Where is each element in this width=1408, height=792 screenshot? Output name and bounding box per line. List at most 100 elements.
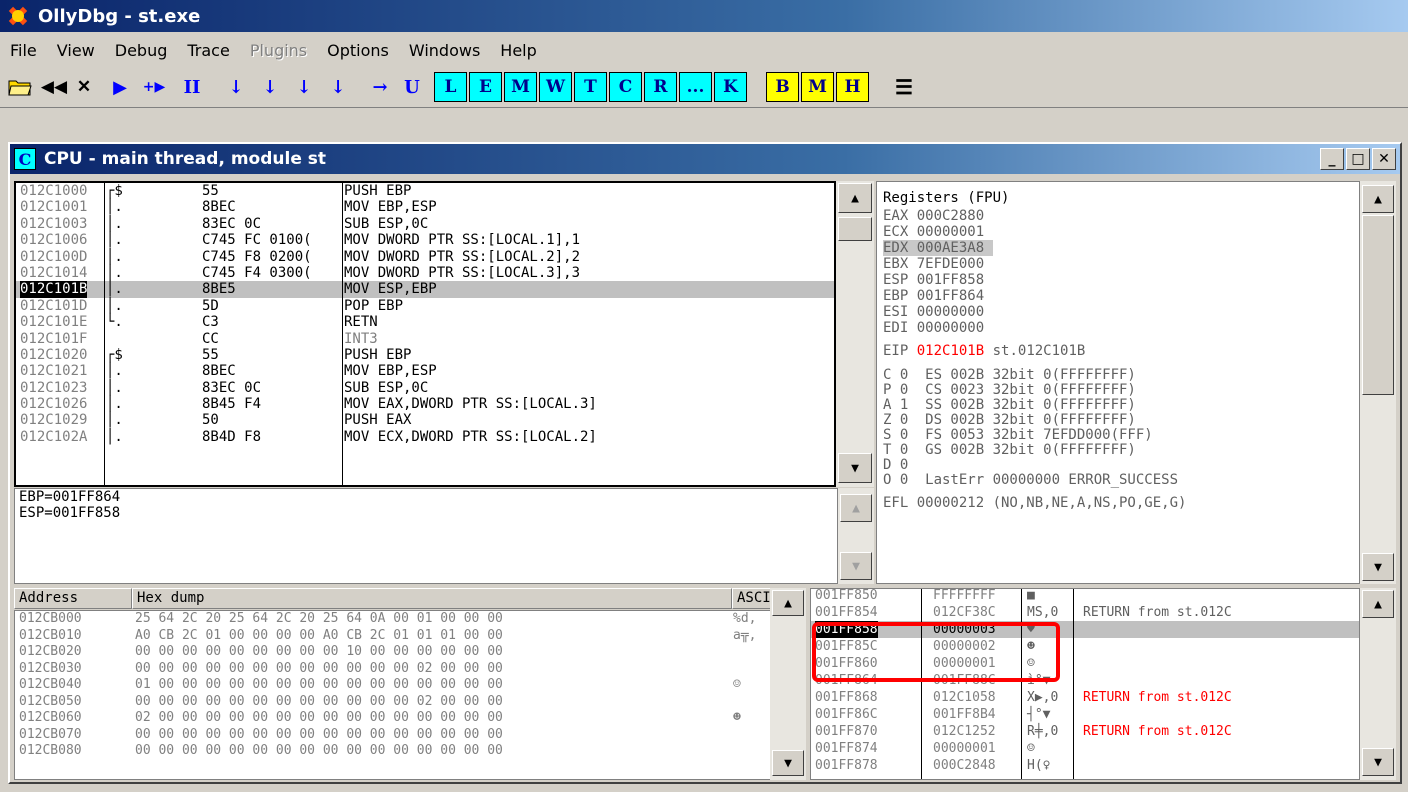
disasm-row[interactable]: 012C1003 │. 83EC 0C SUB ESP,0C (16, 216, 834, 232)
disasm-row[interactable]: 012C100D │. C745 F8 0200(MOV DWORD PTR SS:… (16, 249, 834, 265)
dump-row[interactable]: 012CB010 A0 CB 2C 01 00 00 00 00 A0 CB 2C… (15, 628, 803, 645)
windows-window-button[interactable]: W (539, 72, 572, 102)
menu-help[interactable]: Help (490, 41, 546, 60)
stack-address: 001FF86C (815, 707, 878, 722)
stack-row[interactable]: 001FF850 FFFFFFFF ■ (811, 589, 1359, 604)
disasm-row[interactable]: 012C101F CC INT3 (16, 331, 834, 347)
menu-windows[interactable]: Windows (399, 41, 490, 60)
stack-scroll-up-icon[interactable]: ▲ (1362, 590, 1394, 618)
stack-row[interactable]: 001FF870 012C1252 R╪,0 RETURN from st.012C (811, 723, 1359, 740)
cpu-window-button[interactable]: C (609, 72, 642, 102)
scroll-down-arrow-icon[interactable]: ▼ (838, 453, 872, 483)
dump-row[interactable]: 012CB080 00 00 00 00 00 00 00 00 00 00 00… (15, 743, 803, 760)
disasm-hex: 50 (202, 412, 219, 429)
minimize-button[interactable]: _ (1320, 148, 1344, 170)
step-into-icon[interactable]: ↓ (222, 72, 250, 102)
trace-over-icon[interactable]: ↓ (324, 72, 352, 102)
dump-row[interactable]: 012CB050 00 00 00 00 00 00 00 00 00 00 00… (15, 694, 803, 711)
disasm-row[interactable]: 012C1023 │. 83EC 0C SUB ESP,0C (16, 380, 834, 396)
stack-scrollbar[interactable]: ▲ ▼ (1360, 588, 1396, 780)
execute-till-return-icon[interactable]: → (366, 72, 394, 102)
disasm-row[interactable]: 012C102A │. 8B4D F8 MOV ECX,DWORD PTR SS:[L… (16, 429, 834, 445)
disasm-row[interactable]: 012C1006 │. C745 FC 0100(MOV DWORD PTR SS:… (16, 232, 834, 248)
disasm-row[interactable]: 012C1029 │. 50 PUSH EAX (16, 412, 834, 428)
stack-row[interactable]: 001FF868 012C1058 X▶,0 RETURN from st.012C (811, 689, 1359, 706)
dump-row[interactable]: 012CB030 00 00 00 00 00 00 00 00 00 00 00… (15, 661, 803, 678)
run-trace-window-button[interactable]: ... (679, 72, 712, 102)
disasm-row[interactable]: 012C1020 ┌$ 55 PUSH EBP (16, 347, 834, 363)
disasm-row[interactable]: 012C101E └. C3 RETN (16, 314, 834, 330)
disassembly-pane[interactable]: 012C1000 ┌$ 55 PUSH EBP 012C1001 │. 8BEC MOV EB… (14, 181, 836, 487)
dump-row[interactable]: 012CB000 25 64 2C 20 25 64 2C 20 25 64 0A… (15, 611, 803, 628)
list-icon[interactable]: ☰ (890, 72, 918, 102)
dump-row[interactable]: 012CB060 02 00 00 00 00 00 00 00 00 00 00… (15, 710, 803, 727)
step-over-icon[interactable]: ↓ (256, 72, 284, 102)
disasm-hex: C745 FC 0100( (202, 232, 312, 249)
dump-scroll-up-icon[interactable]: ▲ (772, 590, 804, 616)
flag-segment-row: T 0 GS 002B 32bit 0(FFFFFFFF) (883, 442, 1136, 458)
close-icon[interactable]: ✕ (70, 72, 98, 102)
stack-pane[interactable]: 001FF850 FFFFFFFF ■ 001FF854 012CF38C MS,0 RET… (810, 588, 1360, 780)
disasm-row[interactable]: 012C101D │. 5D POP EBP (16, 298, 834, 314)
stack-row[interactable]: 001FF874 00000001 ☺ (811, 740, 1359, 757)
hex-dump-pane[interactable]: 012CB000 25 64 2C 20 25 64 2C 20 25 64 0A… (14, 610, 804, 780)
disasm-instruction: PUSH EBP (344, 183, 412, 199)
dump-scroll-down-icon[interactable]: ▼ (772, 750, 804, 776)
close-window-button[interactable]: ✕ (1372, 148, 1396, 170)
menu-options[interactable]: Options (317, 41, 399, 60)
disasm-address: 012C101F (20, 330, 88, 347)
register-eip[interactable]: EIP 012C101B st.012C101B (883, 340, 1359, 362)
dump-row[interactable]: 012CB020 00 00 00 00 00 00 00 00 00 10 00… (15, 644, 803, 661)
menu-trace[interactable]: Trace (177, 41, 239, 60)
disasm-row[interactable]: 012C1026 │. 8B45 F4 MOV EAX,DWORD PTR SS:[L… (16, 396, 834, 412)
disasm-row[interactable]: 012C1014 │. C745 F4 0300(MOV DWORD PTR SS:… (16, 265, 834, 281)
info-scrollbar[interactable]: ▲ ▼ (838, 488, 874, 584)
scroll-thumb[interactable] (838, 217, 872, 241)
dump-header-hex[interactable]: Hex dump (132, 588, 732, 609)
stack-scroll-down-icon[interactable]: ▼ (1362, 748, 1394, 776)
stack-row[interactable]: 001FF86C 001FF8B4 ┤°▼ (811, 706, 1359, 723)
dump-row[interactable]: 012CB040 01 00 00 00 00 00 00 00 00 00 00… (15, 677, 803, 694)
disassembly-scrollbar[interactable]: ▲ ▼ (836, 181, 874, 487)
menu-file[interactable]: File (0, 41, 47, 60)
trace-into-icon[interactable]: ↓ (290, 72, 318, 102)
call-stack-window-button[interactable]: K (714, 72, 747, 102)
threads-window-button[interactable]: T (574, 72, 607, 102)
restart-icon[interactable]: ◀◀ (40, 72, 68, 102)
disasm-row[interactable]: 012C1001 │. 8BEC MOV EBP,ESP (16, 199, 834, 215)
registers-scrollbar[interactable]: ▲ ▼ (1360, 181, 1396, 584)
disasm-row[interactable]: 012C1021 │. 8BEC MOV EBP,ESP (16, 363, 834, 379)
stack-row[interactable]: 001FF854 012CF38C MS,0 RETURN from st.012C (811, 604, 1359, 621)
execute-till-user-code-icon[interactable]: U (398, 72, 426, 102)
info-scroll-down-icon[interactable]: ▼ (840, 552, 872, 580)
dump-scrollbar[interactable]: ▲ ▼ (770, 588, 806, 780)
info-scroll-up-icon[interactable]: ▲ (840, 494, 872, 522)
breakpoints-window-button[interactable]: B (766, 72, 799, 102)
disasm-row[interactable]: 012C1000 ┌$ 55 PUSH EBP (16, 183, 834, 199)
pause-icon[interactable]: II (178, 72, 206, 102)
registers-scroll-up-icon[interactable]: ▲ (1362, 185, 1394, 213)
registers-scroll-down-icon[interactable]: ▼ (1362, 553, 1394, 581)
menu-plugins[interactable]: Plugins (240, 41, 317, 60)
log-window-button[interactable]: L (434, 72, 467, 102)
dump-header-address[interactable]: Address (14, 588, 132, 609)
open-folder-icon[interactable] (6, 72, 34, 102)
registers-pane[interactable]: Registers (FPU) EAX 000C2880 ECX 00000001 E… (876, 181, 1360, 584)
executables-window-button[interactable]: E (469, 72, 502, 102)
references-window-button[interactable]: R (644, 72, 677, 102)
disasm-hex: 8B4D F8 (202, 428, 262, 445)
run-icon[interactable]: ▶ (106, 72, 134, 102)
registers-scroll-thumb[interactable] (1362, 215, 1394, 395)
memory-window-button[interactable]: M (504, 72, 537, 102)
run-thread-icon[interactable]: +▶ (140, 72, 168, 102)
scroll-up-arrow-icon[interactable]: ▲ (838, 183, 872, 213)
menu-view[interactable]: View (47, 41, 105, 60)
hardware-breakpoints-window-button[interactable]: H (836, 72, 869, 102)
stack-row[interactable]: 001FF878 000C2848 H(♀ (811, 757, 1359, 774)
disasm-row[interactable]: 012C101B │. 8BE5 MOV ESP,EBP (16, 281, 834, 298)
disasm-flow-mark (106, 331, 123, 347)
menu-debug[interactable]: Debug (105, 41, 178, 60)
memory-breakpoints-window-button[interactable]: M (801, 72, 834, 102)
maximize-button[interactable]: □ (1346, 148, 1370, 170)
dump-row[interactable]: 012CB070 00 00 00 00 00 00 00 00 00 00 00… (15, 727, 803, 744)
